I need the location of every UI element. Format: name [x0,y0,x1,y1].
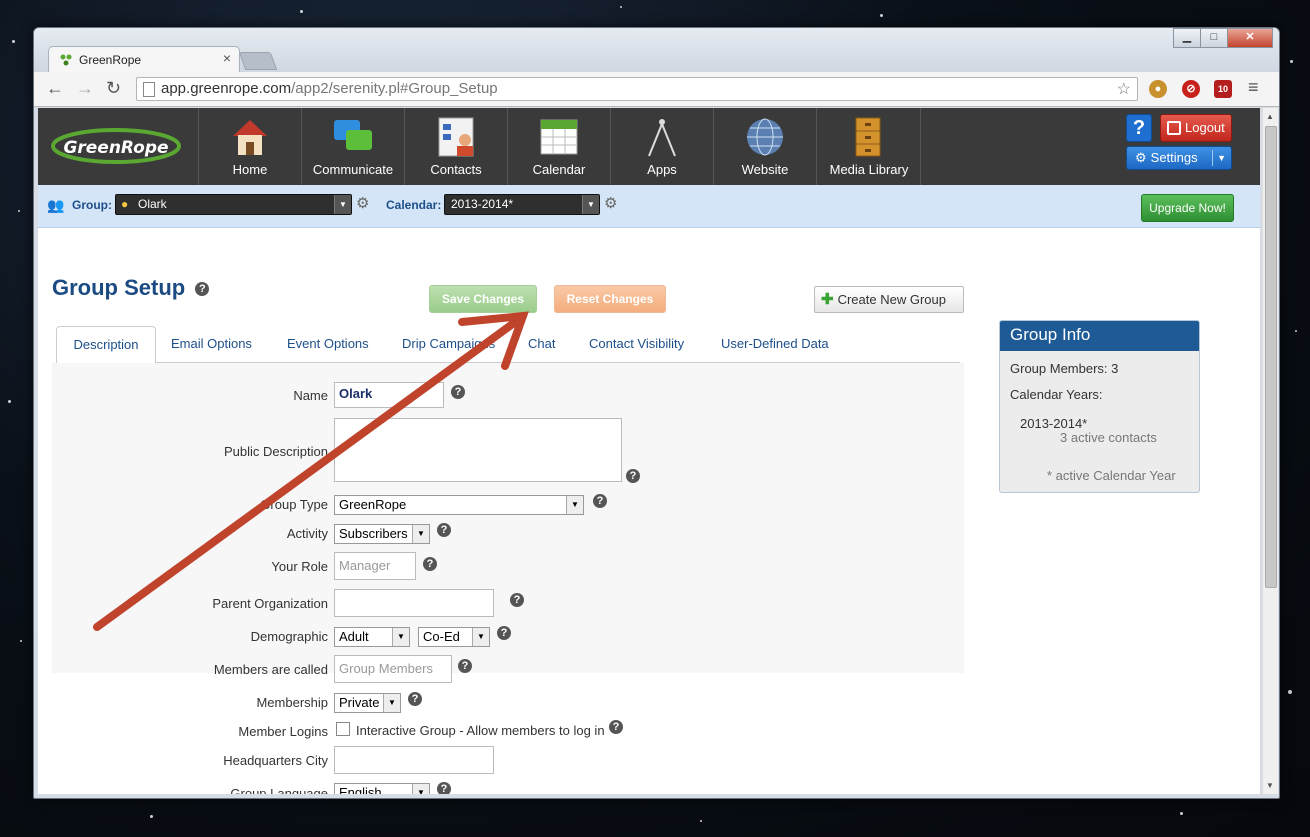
annotation-arrow [93,311,529,631]
